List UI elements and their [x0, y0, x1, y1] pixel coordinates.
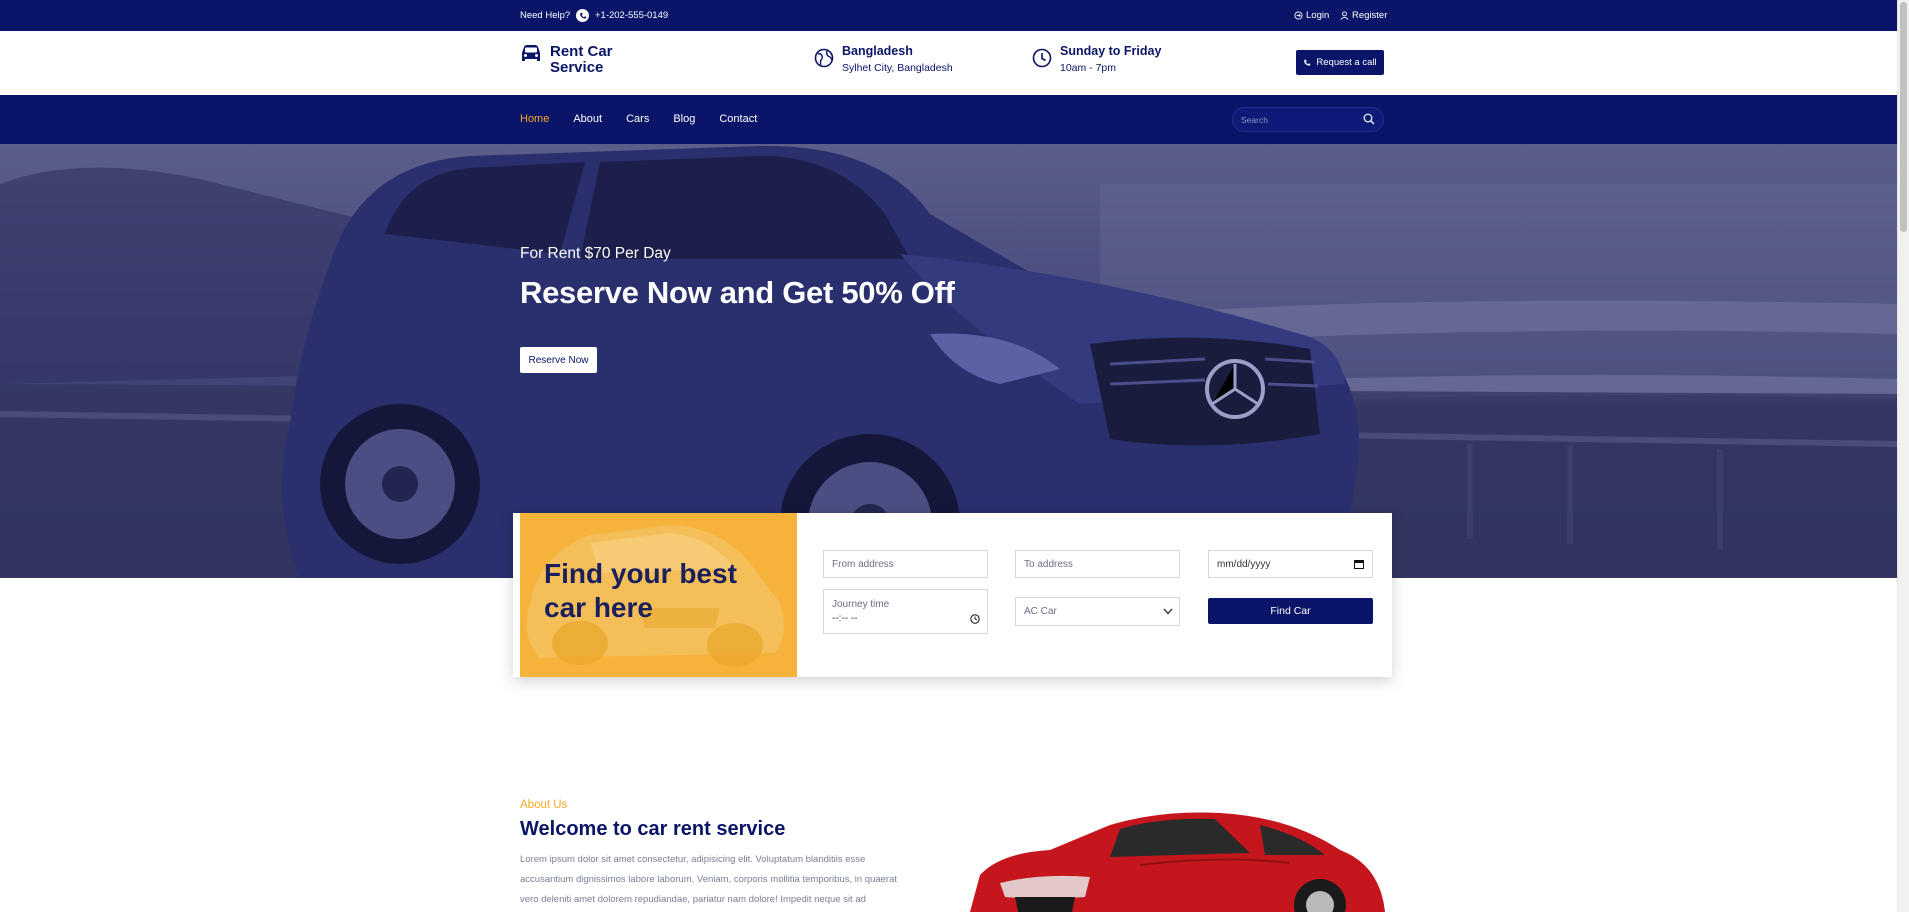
main-nav: Home About Cars Blog Contact [0, 95, 1897, 144]
journey-time-input[interactable]: Journey time --:-- -- [823, 589, 988, 634]
nav-item-cars[interactable]: Cars [626, 113, 649, 125]
about-eyebrow: About Us [520, 799, 568, 811]
brand-logo[interactable]: Rent Car Service [520, 44, 620, 76]
search-input[interactable] [1241, 113, 1356, 127]
user-icon [1340, 11, 1349, 20]
request-call-label: Request a call [1316, 57, 1377, 68]
phone-icon [1304, 59, 1311, 66]
clock-icon[interactable] [970, 613, 980, 624]
location-info: Bangladesh Sylhet City, Bangladesh [814, 44, 953, 74]
login-label: Login [1306, 10, 1330, 21]
need-help-label: Need Help? [520, 10, 571, 21]
reserve-now-button[interactable]: Reserve Now [520, 347, 597, 373]
search-box [1232, 107, 1384, 132]
from-address-input[interactable]: From address [823, 550, 988, 578]
to-address-placeholder: To address [1024, 558, 1073, 570]
nav-menu: Home About Cars Blog Contact [520, 113, 781, 125]
request-call-button[interactable]: Request a call [1296, 50, 1384, 75]
finder-banner: Find your best car here [520, 513, 797, 677]
finder-title: Find your best car here [544, 558, 737, 623]
car-type-select[interactable]: AC Car [1015, 597, 1180, 626]
location-title: Bangladesh [842, 44, 913, 58]
globe-icon [814, 48, 834, 68]
brand-name: Rent Car Service [550, 43, 613, 76]
car-icon [522, 45, 540, 61]
scrollbar-thumb[interactable] [1900, 2, 1907, 232]
top-bar: Need Help? +1-202-555-0149 Login Registe… [0, 0, 1897, 31]
hours-subtitle: 10am - 7pm [1060, 62, 1117, 74]
red-car-image [970, 812, 1385, 912]
chevron-down-icon [1163, 608, 1173, 615]
journey-time-label: Journey time [832, 599, 890, 610]
phone-number: +1-202-555-0149 [595, 10, 669, 21]
car-type-value: AC Car [1024, 606, 1057, 617]
phone-link[interactable]: +1-202-555-0149 [576, 9, 668, 22]
location-subtitle: Sylhet City, Bangladesh [842, 62, 953, 74]
nav-item-home[interactable]: Home [520, 113, 549, 125]
login-icon [1294, 11, 1303, 20]
about-title: Welcome to car rent service [520, 818, 786, 840]
hero-title: Reserve Now and Get 50% Off [520, 275, 955, 310]
search-icon[interactable] [1363, 113, 1375, 125]
clock-icon [1032, 48, 1052, 68]
journey-time-value: --:-- -- [832, 613, 858, 624]
login-link[interactable]: Login [1294, 10, 1329, 21]
calendar-icon[interactable] [1354, 559, 1364, 569]
phone-icon [576, 9, 589, 22]
hours-title: Sunday to Friday [1060, 44, 1162, 58]
about-text: Lorem ipsum dolor sit amet consectetur, … [520, 854, 898, 905]
hero-subtitle: For Rent $70 Per Day [520, 245, 671, 262]
nav-item-contact[interactable]: Contact [719, 113, 757, 125]
page-scrollbar[interactable] [1897, 0, 1909, 912]
nav-item-about[interactable]: About [573, 113, 602, 125]
date-value: mm/dd/yyyy [1217, 558, 1271, 570]
site-header: Rent Car Service Bangladesh Sylhet City,… [0, 31, 1897, 95]
register-link[interactable]: Register [1340, 10, 1387, 21]
nav-item-blog[interactable]: Blog [673, 113, 695, 125]
from-address-placeholder: From address [832, 558, 894, 570]
hours-info: Sunday to Friday 10am - 7pm [1032, 44, 1161, 74]
register-label: Register [1352, 10, 1388, 21]
to-address-input[interactable]: To address [1015, 550, 1180, 578]
find-car-button[interactable]: Find Car [1208, 598, 1373, 624]
journey-date-input[interactable]: mm/dd/yyyy [1208, 550, 1373, 578]
car-finder-form: Find your best car here From address To … [513, 513, 1392, 677]
